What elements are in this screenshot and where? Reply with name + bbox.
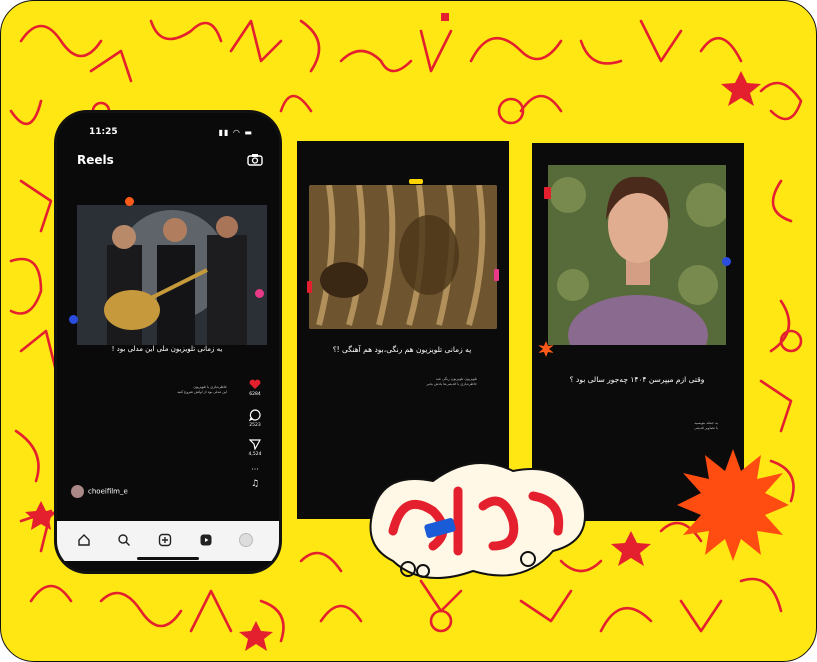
status-time: 11:25 bbox=[89, 127, 118, 137]
pink-dot bbox=[255, 289, 264, 298]
reel-author[interactable]: choeifilm_e bbox=[71, 485, 128, 498]
music-note-icon: ♫ bbox=[250, 479, 260, 489]
yellow-tag bbox=[409, 179, 423, 184]
home-indicator bbox=[137, 557, 199, 560]
description-line: این مدلی بود از اولش شروع کنید bbox=[177, 390, 227, 394]
yellow-board: 11:25 ▮▮ ◠ ▬ Reels یه زمانی تلویزیون ملی… bbox=[0, 0, 817, 662]
panel-1-caption: یه زمانی تلویزیون هم رنگی،بود هم آهنگی !… bbox=[332, 345, 472, 354]
reel-caption: یه زمانی تلویزیون ملی این مدلی بود ! bbox=[111, 345, 223, 353]
blue-dot bbox=[722, 257, 731, 266]
profile-icon[interactable] bbox=[239, 533, 253, 547]
screen-title: Reels bbox=[77, 153, 114, 167]
username: choeifilm_e bbox=[88, 487, 128, 496]
home-icon[interactable] bbox=[77, 533, 91, 547]
pink-tag bbox=[494, 269, 499, 281]
comment-count: 2523 bbox=[249, 423, 261, 428]
bottom-nav bbox=[57, 521, 279, 561]
red-tag bbox=[307, 281, 312, 293]
status-bar: 11:25 ▮▮ ◠ ▬ bbox=[57, 125, 279, 141]
like-count: 6284 bbox=[249, 392, 261, 397]
description-line: خاطره‌بازی با قدیمی‌ها یادش بخیر bbox=[426, 382, 478, 386]
heart-icon bbox=[249, 379, 261, 389]
send-icon bbox=[249, 439, 261, 450]
status-icons: ▮▮ ◠ ▬ bbox=[218, 128, 253, 137]
panel-1-frame bbox=[309, 185, 497, 329]
orange-starburst bbox=[677, 449, 789, 561]
like-button[interactable]: 6284 bbox=[243, 379, 267, 397]
description-line: با تصاویر قدیمی bbox=[694, 426, 718, 430]
share-count: 4,524 bbox=[248, 452, 262, 457]
panel-1-video[interactable] bbox=[309, 185, 497, 329]
panel-1-description: تلویزیون تلویزیون رنگی شد خاطره‌بازی با … bbox=[407, 377, 478, 387]
share-button[interactable]: 4,524 bbox=[243, 439, 267, 457]
create-icon[interactable] bbox=[158, 533, 172, 547]
orange-dot bbox=[125, 197, 134, 206]
panel-2-caption: وقتی ازم میپرسن ۱۴۰۴ چه‌جور سالی بود ؟ bbox=[569, 375, 705, 384]
comment-icon bbox=[249, 409, 261, 421]
camera-icon[interactable] bbox=[247, 153, 263, 166]
reel-video[interactable] bbox=[77, 205, 267, 345]
khatere-bazi-logo-sticker bbox=[369, 462, 586, 580]
panel-2-video[interactable] bbox=[548, 165, 726, 345]
avatar bbox=[71, 485, 84, 498]
blue-dot bbox=[69, 315, 78, 324]
reel-description: خاطره‌بازی با تلویزیون این مدلی بود از ا… bbox=[157, 385, 227, 395]
reels-icon[interactable] bbox=[199, 533, 213, 547]
search-icon[interactable] bbox=[117, 533, 131, 547]
audio-button[interactable]: ♫ bbox=[243, 479, 267, 489]
panel-2-description: یه جمله بنویسید با تصاویر قدیمی bbox=[642, 421, 718, 431]
more-button[interactable]: ··· bbox=[243, 465, 267, 474]
orange-burst bbox=[538, 341, 554, 357]
red-tag bbox=[544, 187, 551, 199]
video-frame bbox=[77, 205, 267, 345]
more-icon: ··· bbox=[251, 465, 259, 474]
phone-mockup: 11:25 ▮▮ ◠ ▬ Reels یه زمانی تلویزیون ملی… bbox=[57, 113, 279, 571]
panel-2-frame bbox=[548, 165, 726, 345]
comment-button[interactable]: 2523 bbox=[243, 409, 267, 428]
